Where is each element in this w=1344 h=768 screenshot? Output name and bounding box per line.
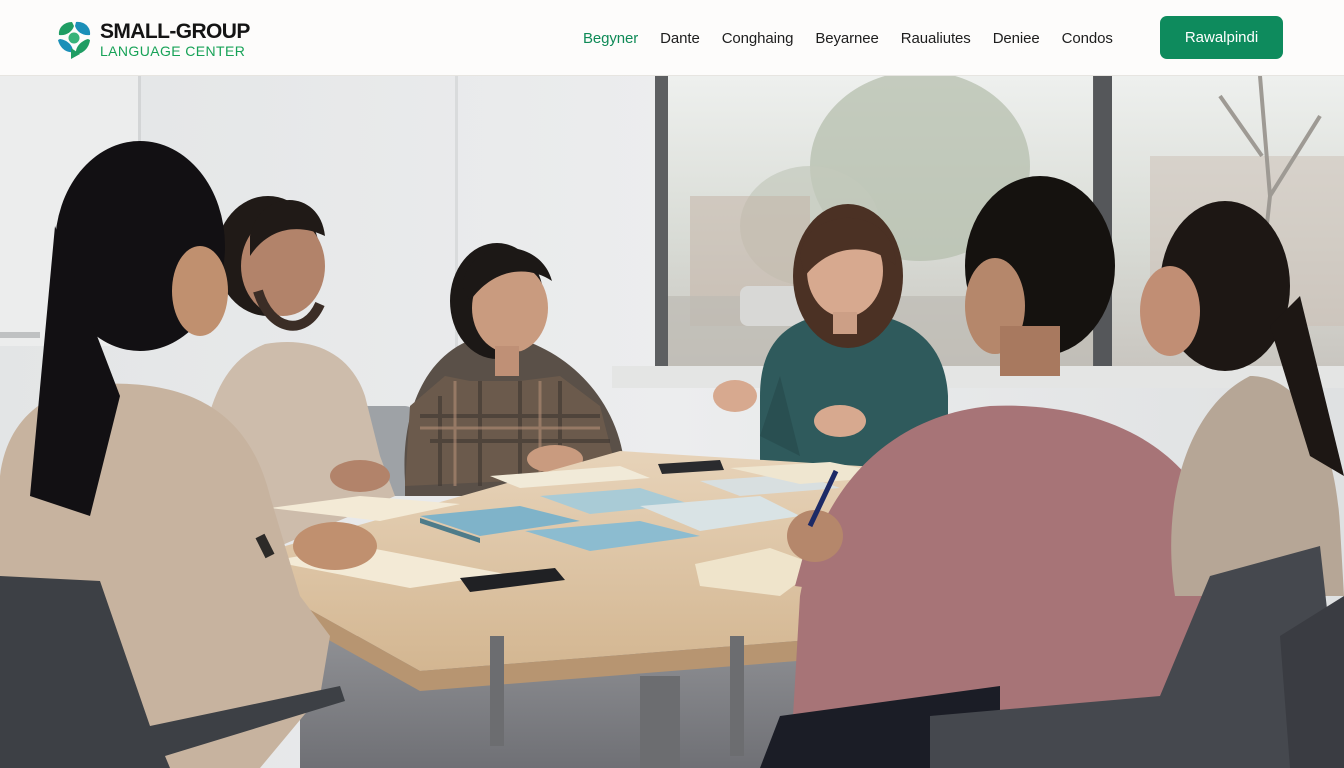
- leaf-cluster-logo-icon: [58, 21, 91, 59]
- brand-wordmark: SMALL-GROUP LANGUAGE CENTER: [100, 21, 250, 58]
- main-nav: Begyner Dante Conghaing Beyarnee Raualiu…: [572, 0, 1124, 76]
- hero-photo: [0, 76, 1344, 768]
- nav-item-beyarnee[interactable]: Beyarnee: [804, 30, 889, 47]
- brand-name-line2: LANGUAGE CENTER: [100, 42, 246, 59]
- classroom-group-illustration: [0, 76, 1344, 768]
- brand-logo-link[interactable]: SMALL-GROUP LANGUAGE CENTER: [54, 16, 264, 62]
- nav-item-deniee[interactable]: Deniee: [982, 30, 1051, 47]
- site-header: SMALL-GROUP LANGUAGE CENTER Begyner Dant…: [0, 0, 1344, 76]
- nav-item-dante[interactable]: Dante: [649, 30, 711, 47]
- nav-item-conghaing[interactable]: Conghaing: [711, 30, 805, 47]
- nav-item-condos[interactable]: Condos: [1051, 30, 1124, 47]
- nav-item-raualiutes[interactable]: Raualiutes: [890, 30, 982, 47]
- brand-name-line1: SMALL-GROUP: [100, 19, 250, 43]
- nav-item-begyner[interactable]: Begyner: [572, 30, 649, 47]
- location-cta-button[interactable]: Rawalpindi: [1160, 16, 1283, 59]
- page: SMALL-GROUP LANGUAGE CENTER Begyner Dant…: [0, 0, 1344, 768]
